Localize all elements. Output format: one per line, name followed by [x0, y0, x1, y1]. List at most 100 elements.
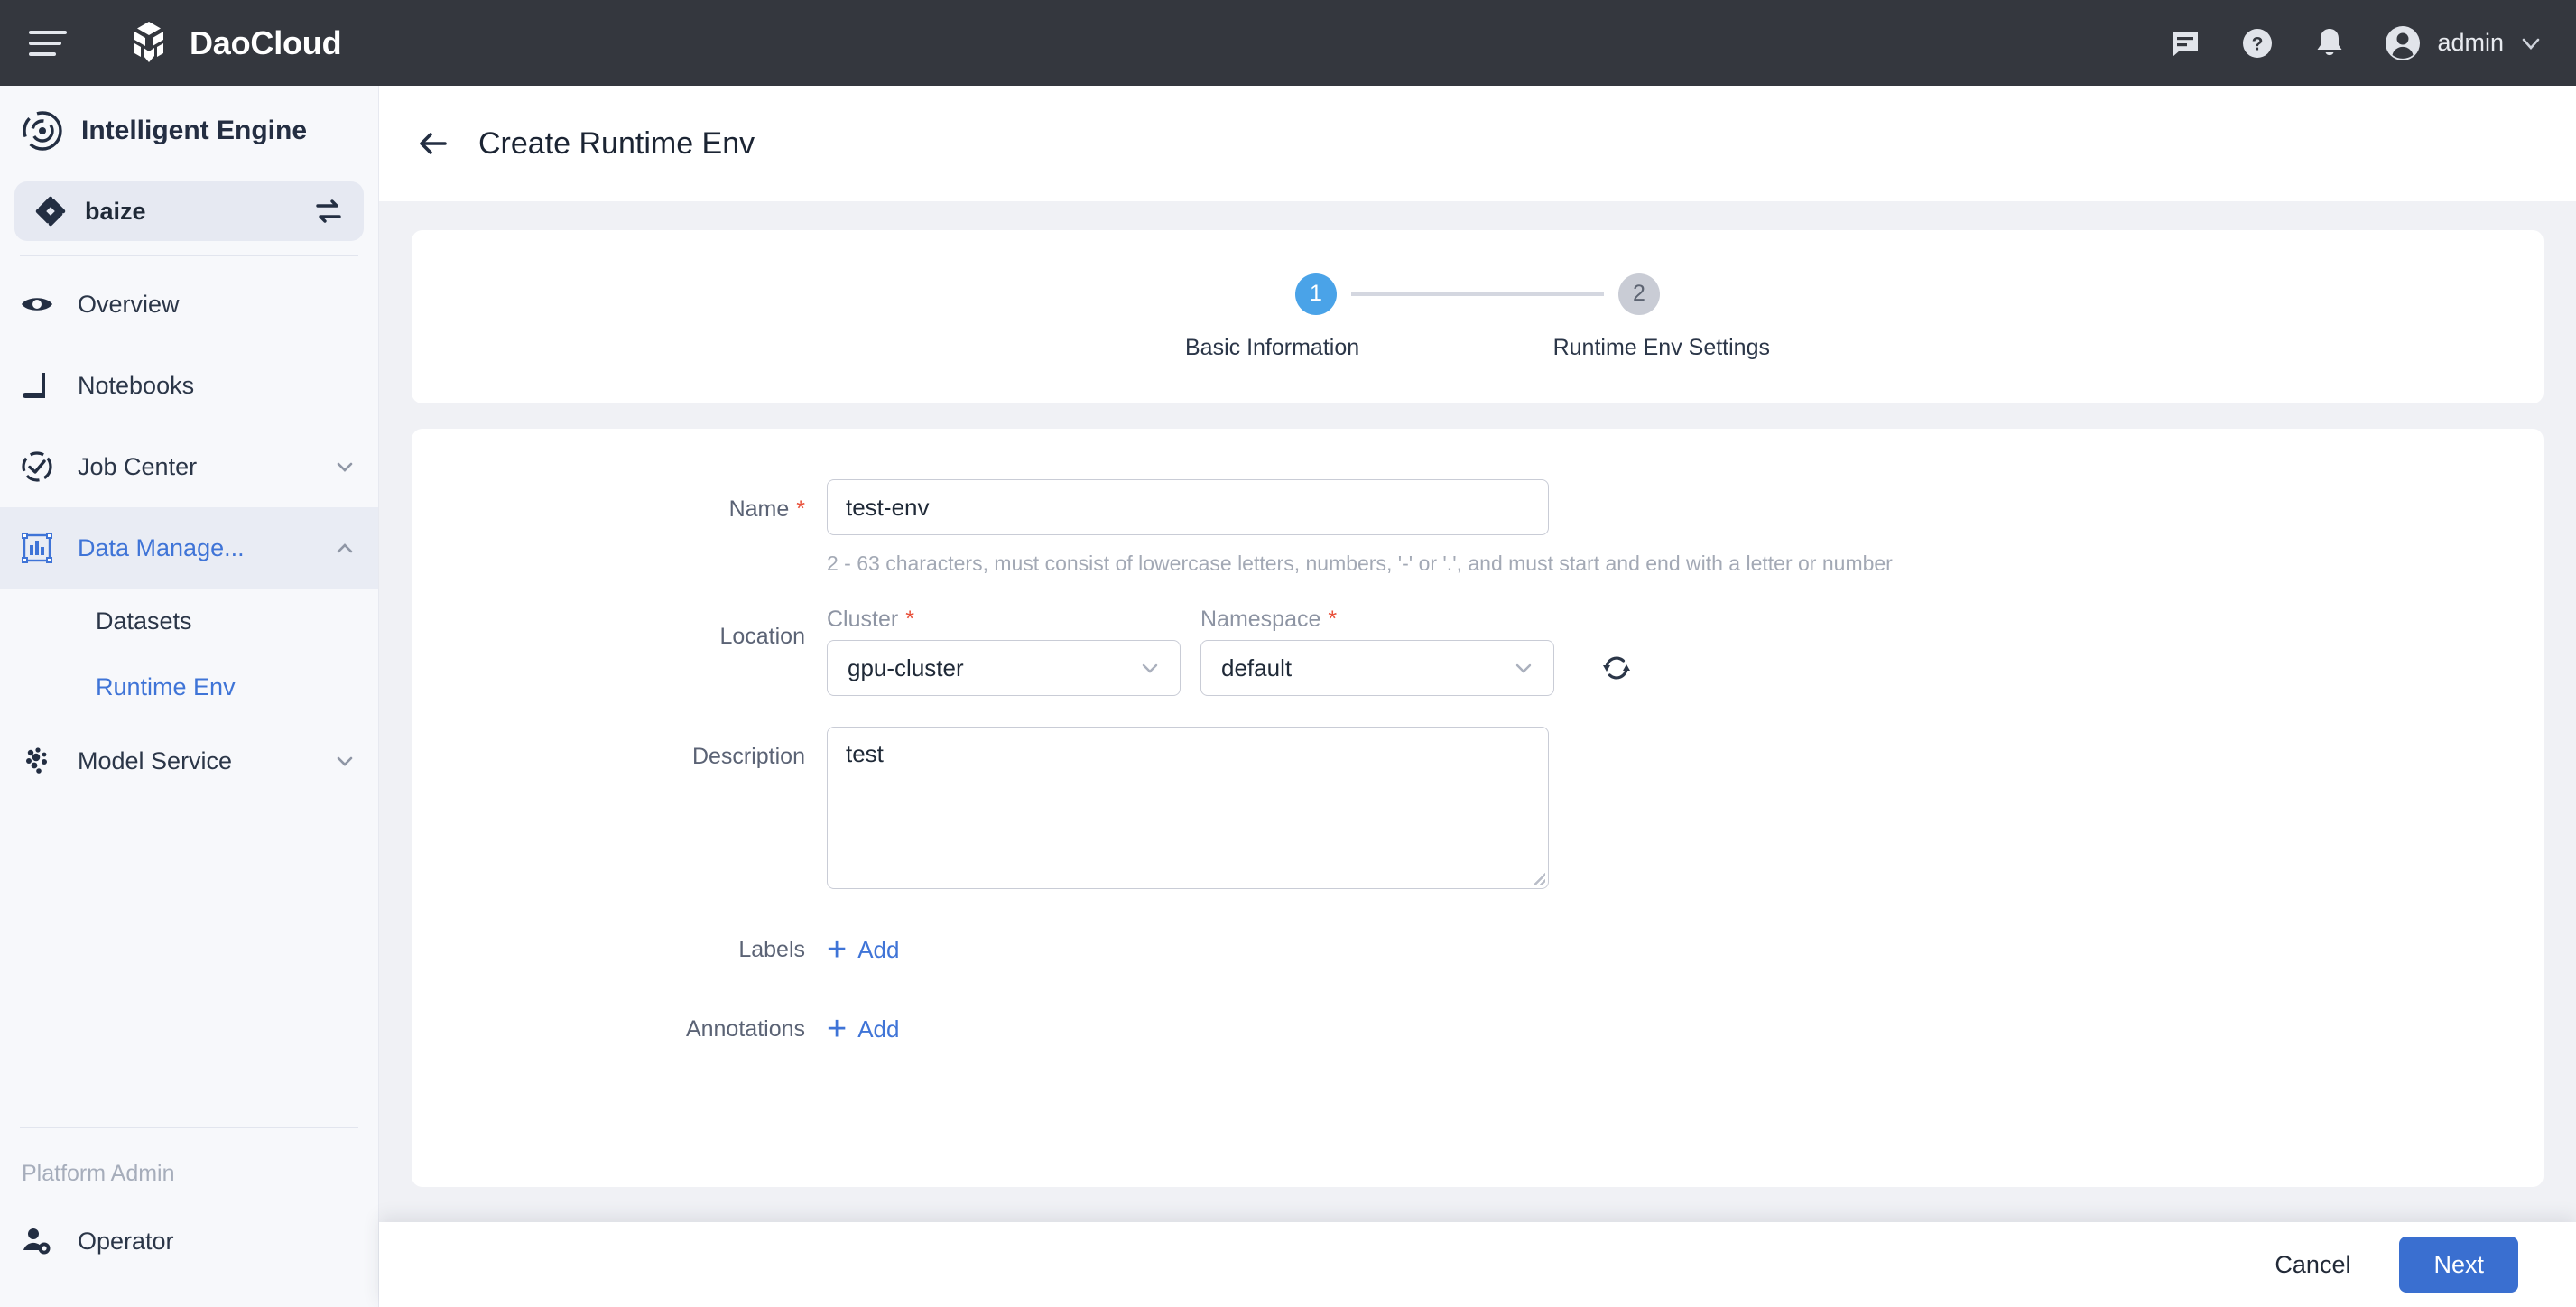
add-annotation-text: Add	[857, 1015, 900, 1043]
sidebar-item-label: Job Center	[78, 452, 198, 480]
sidebar-item-label: Operator	[78, 1227, 174, 1255]
chevron-up-icon[interactable]	[331, 534, 358, 561]
location-selects: gpu-cluster default	[827, 640, 2544, 696]
sidebar-subitem-label: Datasets	[96, 607, 192, 635]
hamburger-icon[interactable]	[29, 23, 70, 64]
step-2-label: Runtime Env Settings	[1552, 334, 1770, 360]
add-label-button[interactable]: + Add	[827, 920, 2544, 979]
field-row-annotations: Annotations + Add	[412, 999, 2544, 1059]
location-control: Cluster * Namespace * gpu-cluster defaul…	[827, 607, 2544, 696]
field-row-name: Name * test-env 2 - 63 characters, must c…	[412, 479, 2544, 576]
help-circle-icon[interactable]: ?	[2238, 24, 2276, 62]
arrow-left-icon[interactable]	[408, 118, 459, 169]
data-chart-icon	[20, 531, 61, 565]
cluster-select[interactable]: gpu-cluster	[827, 640, 1181, 696]
message-icon[interactable]	[2166, 24, 2204, 62]
sidebar-subitem-runtime-env[interactable]: Runtime Env	[0, 654, 378, 720]
namespace-label-wrap: Namespace *	[1200, 607, 1554, 633]
description-textarea[interactable]: test	[827, 727, 1549, 889]
workspace-selector[interactable]: baize	[14, 181, 364, 241]
form-footer: Cancel Next	[379, 1222, 2576, 1307]
stepper-labels: Basic Information Runtime Env Settings	[1180, 335, 1775, 361]
step-2-dot[interactable]: 2	[1618, 273, 1660, 315]
field-row-description: Description test	[412, 727, 2544, 889]
plus-icon: +	[827, 1010, 848, 1048]
add-label-text: Add	[857, 935, 900, 963]
sidebar-item-model-service[interactable]: Model Service	[0, 720, 378, 802]
bell-icon[interactable]	[2311, 24, 2349, 62]
stepper-connector	[1351, 292, 1604, 296]
top-bar-actions: ? admin	[2166, 23, 2576, 63]
add-annotation-button[interactable]: + Add	[827, 999, 2544, 1059]
required-marker: *	[796, 496, 805, 522]
cancel-button[interactable]: Cancel	[2262, 1242, 2363, 1288]
description-label: Description	[691, 744, 805, 769]
namespace-select[interactable]: default	[1200, 640, 1554, 696]
swap-icon[interactable]	[311, 194, 346, 228]
step-1-label: Basic Information	[1185, 334, 1360, 360]
name-hint: 2 - 63 characters, must consist of lower…	[827, 552, 1893, 575]
product-header: Intelligent Engine	[0, 86, 378, 176]
stepper-card: 1 2 Basic Information Runtime Env Settin…	[412, 230, 2544, 403]
basic-information-form: Name * test-env 2 - 63 characters, must c…	[412, 429, 2544, 1187]
stepper: 1 2 Basic Information Runtime Env Settin…	[1180, 273, 1775, 361]
sidebar-item-label: Model Service	[78, 746, 233, 774]
sidebar-item-label: Notebooks	[78, 371, 195, 399]
sidebar-item-overview[interactable]: Overview	[0, 264, 378, 345]
page-header: Create Runtime Env	[379, 86, 2576, 201]
sidebar-subitem-label: Runtime Env	[96, 673, 236, 700]
description-value: test	[846, 740, 884, 767]
sidebar-bottom: Platform Admin Operator	[0, 1113, 378, 1307]
sidebar-item-operator[interactable]: Operator	[0, 1200, 378, 1282]
chevron-down-icon[interactable]	[331, 453, 358, 480]
sidebar-item-label: Overview	[78, 290, 180, 318]
textarea-resize-handle[interactable]	[1533, 873, 1545, 885]
sidebar-item-data-management[interactable]: Data Manage...	[0, 507, 378, 589]
top-bar: DaoCloud ? admin	[0, 0, 2576, 86]
daocloud-cube-logo	[125, 19, 173, 68]
step-1-dot[interactable]: 1	[1295, 273, 1337, 315]
main-content: Create Runtime Env 1 2 Basic Information…	[379, 86, 2576, 1307]
brand[interactable]: DaoCloud	[125, 19, 342, 68]
check-circle-icon	[20, 450, 61, 484]
name-label-wrap: Name *	[412, 479, 827, 539]
field-row-location: Location Cluster * Namespace * gpu-clust…	[412, 607, 2544, 696]
intelligent-engine-icon	[20, 108, 65, 153]
next-button[interactable]: Next	[2399, 1237, 2518, 1293]
cluster-label-wrap: Cluster *	[827, 607, 1181, 633]
svg-text:?: ?	[2252, 33, 2264, 54]
sidebar-section-label: Platform Admin	[22, 1160, 175, 1186]
sidebar-item-job-center[interactable]: Job Center	[0, 426, 378, 507]
chevron-down-icon[interactable]	[1510, 654, 1537, 681]
notebook-icon	[20, 368, 61, 403]
chevron-down-icon[interactable]	[1136, 654, 1163, 681]
stepper-dots: 1 2	[1180, 273, 1775, 315]
required-marker: *	[1328, 607, 1338, 632]
refresh-icon[interactable]	[1596, 647, 1637, 689]
user-menu[interactable]: admin	[2383, 23, 2544, 63]
sidebar-subitem-datasets[interactable]: Datasets	[0, 589, 378, 654]
app-root: DaoCloud ? admin Intelligent Engine baiz…	[0, 0, 2576, 1307]
name-input[interactable]: test-env	[827, 479, 1549, 535]
location-label: Location	[719, 624, 805, 649]
cluster-label: Cluster	[827, 607, 899, 632]
model-service-icon	[20, 744, 61, 778]
plus-icon: +	[827, 931, 848, 969]
sidebar-divider-bottom	[20, 1127, 358, 1128]
sidebar-item-notebooks[interactable]: Notebooks	[0, 345, 378, 426]
user-gear-icon	[20, 1224, 61, 1258]
cluster-value: gpu-cluster	[848, 654, 964, 681]
annotations-control: + Add	[827, 999, 2544, 1059]
chevron-down-icon[interactable]	[2518, 31, 2544, 56]
description-control: test	[827, 727, 2544, 889]
page-title: Create Runtime Env	[478, 125, 755, 161]
name-control: test-env 2 - 63 characters, must consist…	[827, 479, 2544, 576]
chevron-down-icon[interactable]	[331, 747, 358, 774]
annotations-label: Annotations	[685, 1016, 805, 1042]
labels-label: Labels	[738, 937, 805, 962]
sidebar-item-label: Data Manage...	[78, 533, 245, 561]
product-name: Intelligent Engine	[81, 116, 308, 145]
workspace-label: baize	[85, 197, 146, 225]
required-marker: *	[905, 607, 914, 632]
form-scroll-area: 1 2 Basic Information Runtime Env Settin…	[379, 201, 2576, 1250]
